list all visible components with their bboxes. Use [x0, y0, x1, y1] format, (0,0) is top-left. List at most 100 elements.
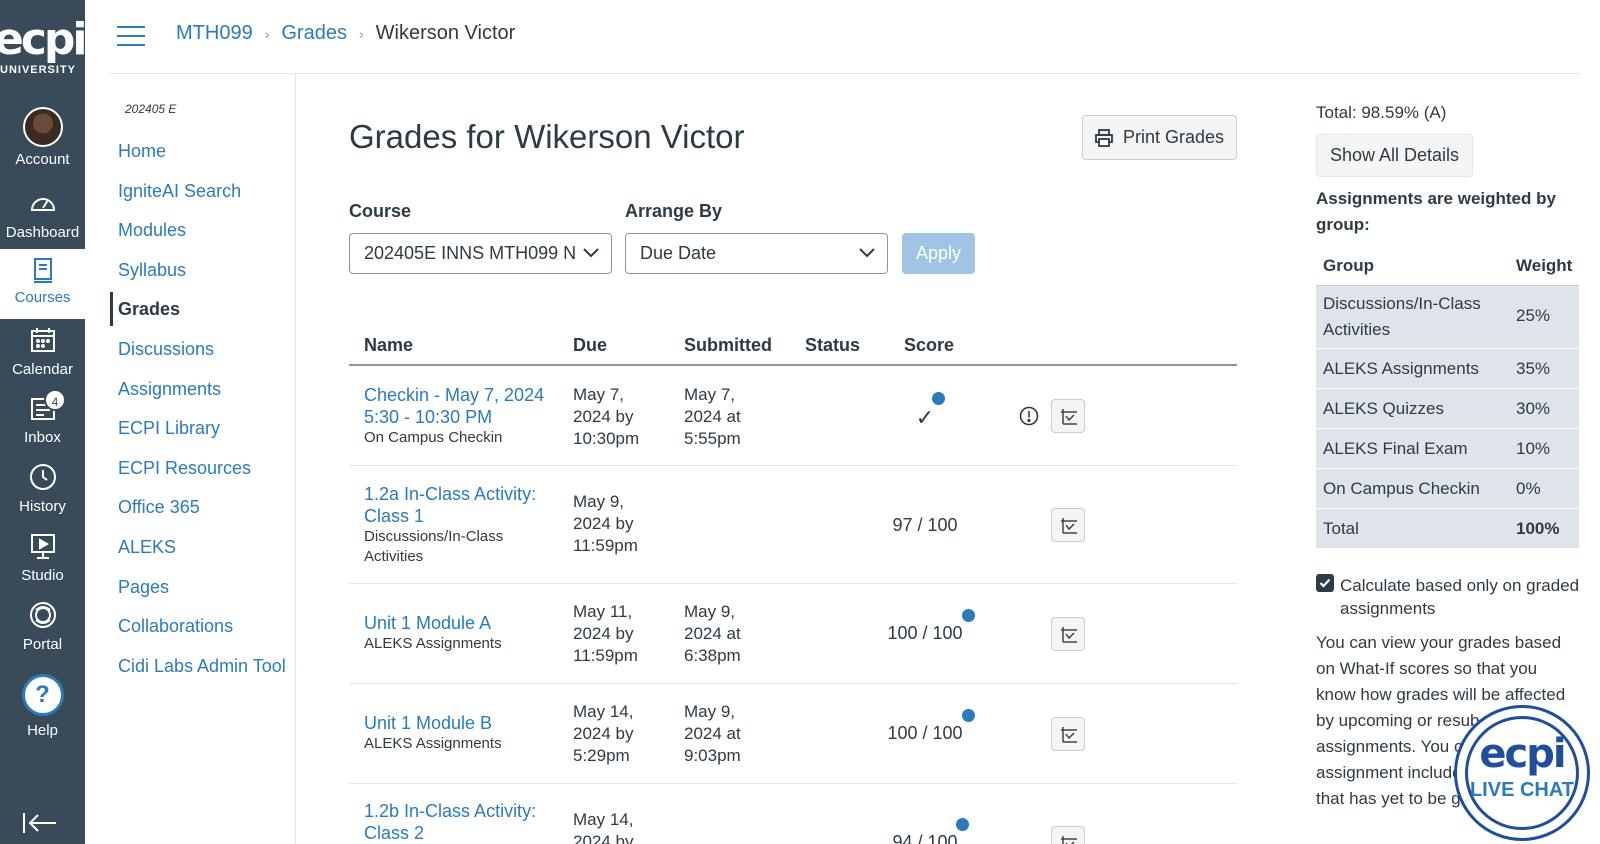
nav-dashboard[interactable]: Dashboard [0, 188, 85, 256]
arrange-by-select[interactable]: Due Date [625, 233, 888, 274]
course-nav-pages[interactable]: Pages [118, 577, 169, 598]
due-date-line: 10:30pm [573, 429, 640, 448]
assignment-link[interactable]: Unit 1 Module A [364, 612, 502, 634]
chevron-down-icon [859, 248, 875, 258]
due-date-line: May 7, [573, 385, 625, 404]
nav-account-label: Account [15, 151, 70, 168]
course-nav-assignments[interactable]: Assignments [118, 379, 221, 400]
calculate-graded-checkbox[interactable] [1316, 574, 1334, 592]
assignment-group: Activities [364, 548, 424, 565]
page-title: Grades for Wikerson Victor [349, 118, 745, 155]
table-header-divider [349, 364, 1237, 366]
due-date-line: May 14, [573, 810, 634, 829]
hamburger-menu-button[interactable] [117, 26, 145, 46]
submitted-date-line: 9:03pm [684, 746, 741, 765]
arrange-by-label: Arrange By [625, 201, 723, 221]
course-nav-office365[interactable]: Office 365 [118, 497, 200, 518]
assignment-link[interactable]: 1.2b In-Class Activity: Class 2 [364, 800, 536, 844]
inbox-badge: 4 [44, 389, 66, 411]
weights-value: 100% [1516, 519, 1560, 538]
calculate-graded-label[interactable]: Calculate based only on graded assignmen… [1340, 574, 1580, 620]
courses-icon [33, 258, 52, 283]
nav-history[interactable]: History [0, 462, 85, 530]
submitted-date-line: May 7, [684, 385, 736, 404]
assignment-link[interactable]: 1.2a In-Class Activity: Class 1 [364, 483, 536, 527]
course-nav-library[interactable]: ECPI Library [118, 418, 220, 439]
logo-subtext: UNIVERSITY [0, 64, 77, 76]
live-chat-button[interactable]: ecpi LIVE CHAT [1454, 705, 1590, 841]
nav-courses[interactable]: Courses [0, 249, 85, 319]
weights-group: ALEKS Final Exam [1323, 439, 1468, 458]
weights-value: 25% [1516, 306, 1551, 325]
apply-button[interactable]: Apply [902, 233, 975, 274]
assignment-name-line: 1.2b In-Class Activity: [364, 801, 537, 821]
course-nav-discussions[interactable]: Discussions [118, 339, 214, 360]
weights-row: On Campus Checkin 0% [1316, 469, 1579, 509]
nav-inbox-label: Inbox [24, 429, 61, 446]
assignment-link[interactable]: Unit 1 Module B [364, 712, 502, 734]
submitted-date-line: May 9, [684, 702, 736, 721]
course-nav-collaborations[interactable]: Collaborations [118, 616, 233, 637]
nav-help[interactable]: ? Help [0, 674, 85, 742]
weights-group-line: Discussions/In-Class [1323, 294, 1481, 313]
nav-portal-label: Portal [22, 636, 63, 653]
nav-studio[interactable]: Studio [0, 531, 85, 599]
live-chat-badge: ecpi LIVE CHAT [1465, 716, 1579, 830]
breadcrumb-course[interactable]: MTH099 [176, 22, 253, 45]
header-divider [110, 73, 1580, 74]
print-grades-button[interactable]: Print Grades [1082, 115, 1237, 160]
collapse-nav-icon[interactable] [22, 812, 58, 834]
calculator-icon [1061, 627, 1077, 643]
weights-value: 0% [1516, 479, 1541, 498]
chevron-right-icon: › [358, 25, 364, 42]
submitted-date-line: May 9, [684, 602, 736, 621]
course-nav-modules[interactable]: Modules [118, 220, 186, 241]
col-header-due[interactable]: Due [573, 335, 607, 356]
nav-account[interactable]: Account [0, 107, 85, 175]
nav-portal[interactable]: Portal [0, 600, 85, 668]
nav-inbox[interactable]: 4 Inbox [0, 389, 85, 461]
grade-calculator-button[interactable] [1051, 399, 1085, 433]
col-header-score[interactable]: Score [904, 335, 954, 356]
nav-calendar[interactable]: Calendar [0, 325, 85, 393]
submitted-date: May 9, 2024 at 6:38pm [684, 601, 741, 667]
grade-calculator-button[interactable] [1051, 717, 1085, 751]
assignment-link[interactable]: Checkin - May 7, 2024 5:30 - 10:30 PM [364, 384, 544, 428]
nav-calendar-label: Calendar [12, 361, 73, 378]
unread-dot [962, 709, 975, 722]
grade-calculator-button[interactable] [1051, 508, 1085, 542]
weights-row: Discussions/In-Class Activities 25% [1316, 286, 1579, 349]
weights-group: On Campus Checkin [1323, 479, 1480, 498]
weights-row: ALEKS Quizzes 30% [1316, 389, 1579, 429]
course-nav-resources[interactable]: ECPI Resources [118, 458, 251, 479]
ecpi-logo[interactable]: ecpi UNIVERSITY [0, 14, 87, 80]
weights-header-weight: Weight [1516, 256, 1573, 275]
show-all-details-button[interactable]: Show All Details [1316, 134, 1473, 177]
grade-calculator-button[interactable] [1051, 617, 1085, 651]
score-value: 97 / 100 [892, 515, 958, 535]
submitted-date-line: 5:55pm [684, 429, 741, 448]
col-header-status[interactable]: Status [805, 335, 860, 356]
course-nav-home[interactable]: Home [118, 141, 166, 162]
warning-icon[interactable] [1019, 406, 1039, 426]
col-header-name[interactable]: Name [364, 335, 413, 356]
printer-icon [1095, 128, 1113, 147]
course-select[interactable]: 202405E INNS MTH099 N [349, 233, 612, 274]
due-date: May 9, 2024 by 11:59pm [573, 491, 638, 557]
course-nav-syllabus[interactable]: Syllabus [118, 260, 186, 281]
grade-calculator-button[interactable] [1051, 826, 1085, 844]
course-nav-grades[interactable]: Grades [118, 299, 180, 320]
course-nav-ignite-search[interactable]: IgniteAI Search [118, 181, 241, 202]
assignment-name-line: Class 2 [364, 823, 425, 843]
calculator-icon [1061, 518, 1077, 534]
calculator-icon [1061, 409, 1077, 425]
breadcrumb-grades[interactable]: Grades [281, 22, 347, 45]
course-nav-aleks[interactable]: ALEKS [118, 537, 176, 558]
unread-dot [962, 609, 975, 622]
assignment-group: On Campus Checkin [364, 429, 503, 446]
submitted-date-line: 2024 at [684, 724, 741, 743]
col-header-submitted[interactable]: Submitted [684, 335, 772, 356]
assignment-group: ALEKS Assignments [364, 635, 502, 652]
submitted-date: May 9, 2024 at 9:03pm [684, 701, 741, 767]
course-nav-cidi-labs[interactable]: Cidi Labs Admin Tool [118, 656, 286, 677]
